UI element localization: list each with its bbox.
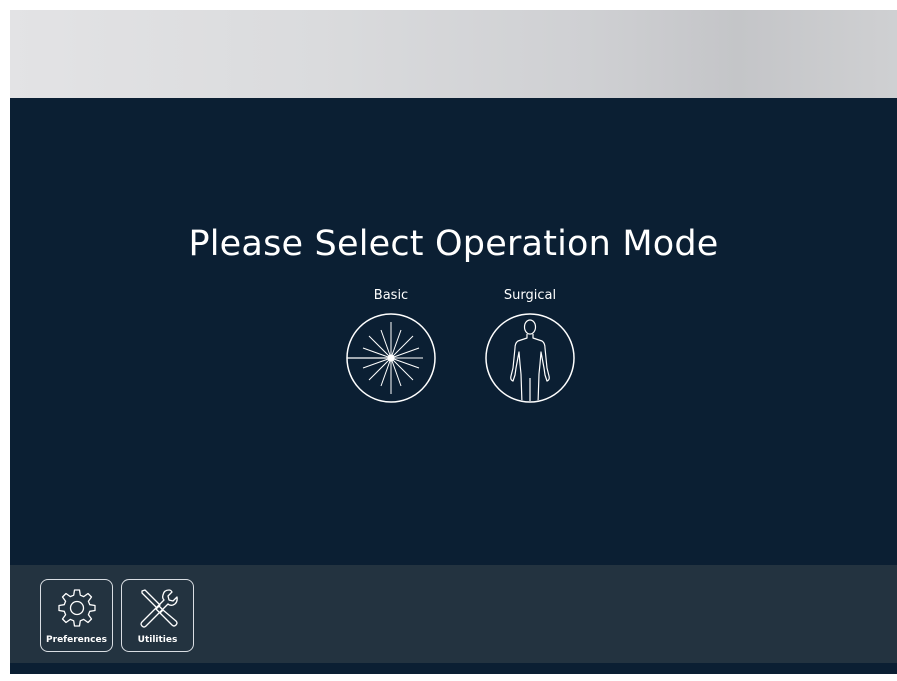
app-screen: Please Select Operation Mode Basic Surgi… [10,10,897,674]
preferences-label: Preferences [46,635,107,645]
human-body-icon [485,313,575,403]
page-title: Please Select Operation Mode [188,224,719,264]
mode-basic-button[interactable]: Basic [341,288,441,404]
mode-basic-label: Basic [373,288,409,303]
laser-burst-icon [346,313,436,403]
preferences-button[interactable]: Preferences [40,579,113,652]
main-area: Please Select Operation Mode Basic Surgi… [10,98,897,565]
gear-icon [57,589,96,627]
utilities-button[interactable]: Utilities [121,579,194,652]
wrench-screwdriver-icon [139,589,178,628]
top-banner [10,10,897,98]
utilities-label: Utilities [137,635,178,645]
mode-surgical-label: Surgical [503,288,557,303]
bottom-strip [10,663,897,674]
mode-surgical-button[interactable]: Surgical [480,288,580,404]
bottom-toolbar: Preferences Utilities [10,565,897,663]
